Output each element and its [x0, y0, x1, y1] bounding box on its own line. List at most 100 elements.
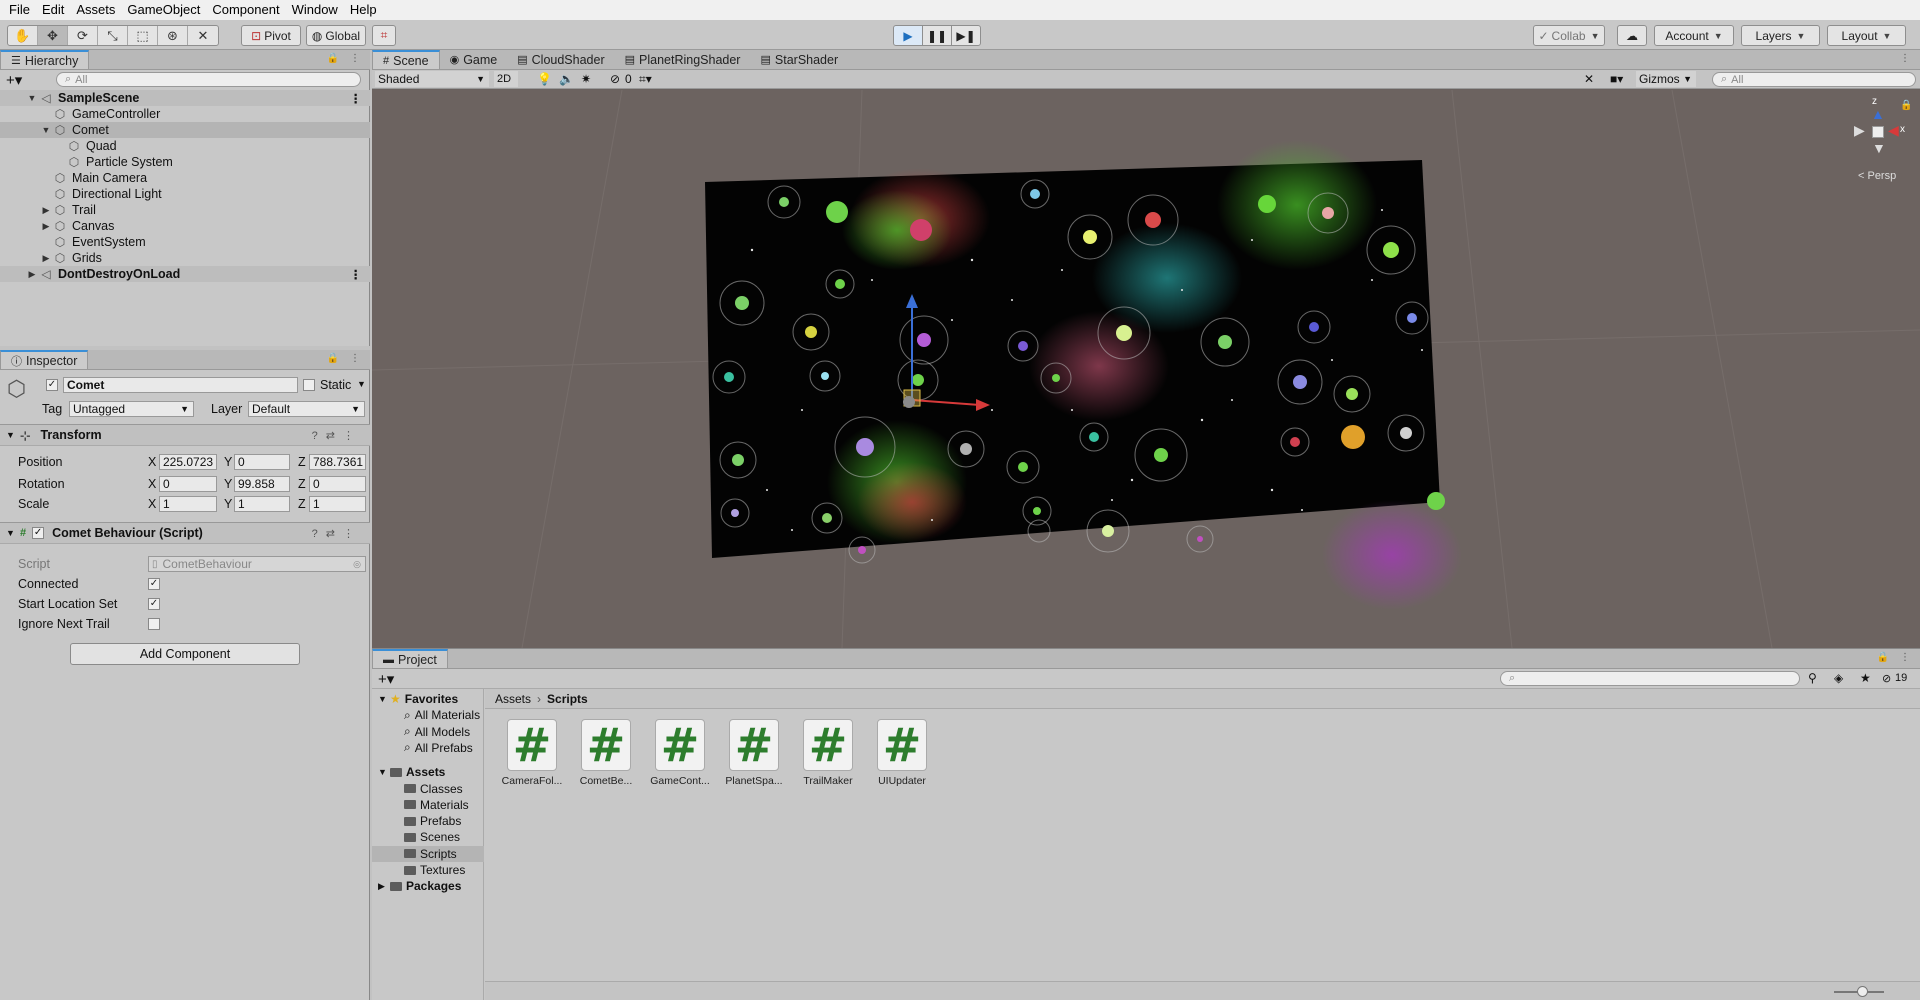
script-asset[interactable]: # CometBe... [574, 718, 638, 809]
tree-folder-scripts[interactable]: Scripts [372, 845, 484, 862]
transform-header[interactable]: ▼ ⊹ Transform ?⇄⋮ [0, 424, 370, 446]
script-asset[interactable]: # CameraFol... [500, 718, 564, 809]
scale-tool-icon[interactable]: ⤡ [98, 26, 128, 45]
foldout-arrow-icon[interactable]: ▼ [26, 93, 38, 103]
comet-behaviour-header[interactable]: ▼ # ✓ Comet Behaviour (Script) ?⇄⋮ [0, 522, 370, 544]
tab-starshader[interactable]: ▤ StarShader [750, 50, 848, 69]
foldout-arrow-icon[interactable]: ▶ [40, 253, 52, 264]
tree-packages[interactable]: ▶ Packages [372, 878, 484, 894]
tab-game[interactable]: ◉ Game [440, 50, 508, 69]
foldout-arrow-icon[interactable]: ▶ [26, 269, 38, 280]
foldout-arrow-icon[interactable]: ▶ [378, 881, 390, 892]
tree-assets[interactable]: ▼ Assets [372, 764, 484, 780]
object-name-field[interactable]: Comet [63, 377, 298, 393]
tree-favorite-item[interactable]: ⌕ All Models [372, 724, 484, 740]
position-z-field[interactable]: 788.7361 [309, 454, 366, 470]
hierarchy-item-canvas[interactable]: ▶ ⬡ Canvas [0, 218, 370, 234]
move-tool-icon[interactable]: ✥ [38, 26, 68, 45]
panel-menu-icon[interactable]: ⋮ [1900, 53, 1914, 64]
tab-scene[interactable]: # Scene [372, 50, 440, 69]
transform-tool-icon[interactable]: ⊛ [158, 26, 188, 45]
layer-dropdown[interactable]: Default ▼ [248, 401, 365, 417]
snap-grid-button[interactable]: ⌗ [372, 25, 396, 46]
chevron-down-icon[interactable]: ▼ [357, 379, 366, 389]
lighting-toggle-icon[interactable]: 💡 [537, 72, 552, 86]
position-x-field[interactable]: 225.0723 [159, 454, 217, 470]
cloud-button[interactable]: ☁ [1617, 25, 1647, 46]
shading-mode-dropdown[interactable]: Shaded ▼ [375, 71, 489, 87]
panel-menu-icon[interactable]: 🔒 ⋮ [1877, 652, 1914, 663]
scene-menu-icon[interactable]: ⋮ [350, 91, 363, 106]
scene-viewport[interactable]: z ▲ ◀ x ▶ ▼ 🔒 < Persp [372, 90, 1920, 648]
active-checkbox[interactable]: ✓ [46, 379, 58, 391]
layers-dropdown[interactable]: Layers ▼ [1741, 25, 1820, 46]
foldout-arrow-icon[interactable]: ▼ [40, 125, 52, 135]
tree-folder-materials[interactable]: Materials [372, 797, 484, 813]
tab-project[interactable]: ▬ Project [372, 649, 448, 668]
collab-dropdown[interactable]: ✓ Collab ▼ [1533, 25, 1605, 46]
hierarchy-item-samplescene[interactable]: ▼ ◁ SampleScene ⋮ [0, 90, 370, 106]
projection-label[interactable]: < Persp [1858, 170, 1896, 182]
tools-icon[interactable]: ✕ [1584, 72, 1594, 86]
component-options-icon[interactable]: ?⇄⋮ [312, 527, 362, 540]
rotation-z-field[interactable]: 0 [309, 476, 366, 492]
tree-folder-classes[interactable]: Classes [372, 781, 484, 797]
breadcrumb-assets[interactable]: Assets [495, 692, 531, 706]
start-location-checkbox[interactable]: ✓ [148, 598, 160, 610]
script-asset[interactable]: # UIUpdater [870, 718, 934, 809]
hierarchy-item-dontdestroyonload[interactable]: ▶ ◁ DontDestroyOnLoad ⋮ [0, 266, 370, 282]
create-add-icon[interactable]: +▾ [378, 670, 394, 688]
menu-edit[interactable]: Edit [36, 0, 70, 20]
mode-2d-toggle[interactable]: 2D [494, 71, 518, 87]
grid-toggle-icon[interactable]: ⌗▾ [639, 72, 652, 87]
effects-toggle-icon[interactable]: ✷ [581, 72, 591, 86]
hierarchy-item-comet[interactable]: ▼ ⬡ Comet [0, 122, 370, 138]
component-options-icon[interactable]: ?⇄⋮ [312, 429, 362, 442]
rect-tool-icon[interactable]: ⬚ [128, 26, 158, 45]
scene-search-input[interactable]: ⌕ All [1712, 72, 1916, 87]
play-button[interactable]: ▶ [893, 25, 923, 46]
panel-menu-icon[interactable]: 🔒 ⋮ [327, 53, 364, 64]
ignore-next-trail-checkbox[interactable] [148, 618, 160, 630]
position-y-field[interactable]: 0 [234, 454, 290, 470]
tree-folder-scenes[interactable]: Scenes [372, 829, 484, 845]
account-dropdown[interactable]: Account ▼ [1654, 25, 1734, 46]
menu-component[interactable]: Component [206, 0, 285, 20]
panel-menu-icon[interactable]: 🔒 ⋮ [327, 353, 364, 364]
tree-folder-textures[interactable]: Textures [372, 862, 484, 878]
step-button[interactable]: ▶❚ [951, 25, 981, 46]
camera-icon[interactable]: ■▾ [1610, 72, 1623, 86]
menu-help[interactable]: Help [344, 0, 383, 20]
add-component-button[interactable]: Add Component [70, 643, 300, 665]
breadcrumb-scripts[interactable]: Scripts [547, 692, 588, 706]
tree-folder-prefabs[interactable]: Prefabs [372, 813, 484, 829]
hierarchy-search-input[interactable]: ⌕ All [56, 72, 361, 87]
tab-cloudshader[interactable]: ▤ CloudShader [507, 50, 614, 69]
menu-assets[interactable]: Assets [70, 0, 121, 20]
component-enabled-checkbox[interactable]: ✓ [32, 527, 45, 539]
gizmos-dropdown[interactable]: Gizmos ▼ [1636, 71, 1696, 87]
scale-y-field[interactable]: 1 [234, 496, 290, 512]
tab-planetringshader[interactable]: ▤ PlanetRingShader [615, 50, 751, 69]
foldout-arrow-icon[interactable]: ▶ [40, 205, 52, 216]
tree-favorites[interactable]: ▼ ★ Favorites [372, 691, 484, 707]
filter-by-type-icon[interactable]: ⚲ [1808, 671, 1817, 685]
create-add-icon[interactable]: +▾ [6, 71, 30, 89]
hidden-objects-icon[interactable]: ⊘ [610, 72, 620, 86]
icon-size-slider-handle[interactable] [1857, 986, 1868, 997]
hierarchy-item-particle-system[interactable]: ⬡ Particle System [0, 154, 370, 170]
pause-button[interactable]: ❚❚ [922, 25, 952, 46]
tree-favorite-item[interactable]: ⌕ All Prefabs [372, 740, 484, 756]
rotation-y-field[interactable]: 99.858 [234, 476, 290, 492]
script-asset[interactable]: # TrailMaker [796, 718, 860, 809]
script-asset[interactable]: # GameCont... [648, 718, 712, 809]
rotate-tool-icon[interactable]: ⟳ [68, 26, 98, 45]
pivot-toggle[interactable]: ⊡ Pivot [241, 25, 301, 46]
filter-by-label-icon[interactable]: ◈ [1834, 671, 1843, 685]
custom-tool-icon[interactable]: ✕ [188, 26, 218, 45]
foldout-arrow-icon[interactable]: ▼ [378, 694, 390, 704]
favorite-star-icon[interactable]: ★ [1860, 671, 1871, 685]
tag-dropdown[interactable]: Untagged ▼ [69, 401, 194, 417]
tab-hierarchy[interactable]: ☰ Hierarchy [0, 50, 90, 69]
hand-tool-icon[interactable]: ✋ [8, 26, 38, 45]
